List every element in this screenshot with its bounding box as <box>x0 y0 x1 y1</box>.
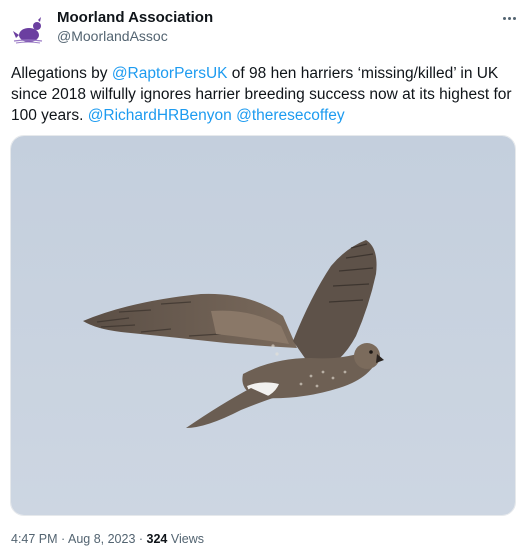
mention-richardhrbenyon[interactable]: @RichardHRBenyon <box>88 107 232 124</box>
views-count[interactable]: 324 <box>147 532 168 546</box>
tweet-image[interactable] <box>10 135 516 516</box>
tweet-date[interactable]: Aug 8, 2023 <box>68 532 135 546</box>
tweet-meta: 4:47 PM · Aug 8, 2023 · 324 Views <box>11 532 204 546</box>
hen-harrier-photo <box>11 136 515 515</box>
avatar[interactable] <box>8 8 48 48</box>
views-label: Views <box>167 532 204 546</box>
author-handle[interactable]: @MoorlandAssoc <box>57 28 168 44</box>
meta-separator: · <box>135 532 147 546</box>
mention-raptorpersuk[interactable]: @RaptorPersUK <box>112 65 228 82</box>
tweet-text: Allegations by @RaptorPersUK of 98 hen h… <box>11 63 519 126</box>
author-name[interactable]: Moorland Association <box>57 9 213 26</box>
tweet-text-segment: Allegations by <box>11 65 112 82</box>
tweet-time[interactable]: 4:47 PM <box>11 532 58 546</box>
mention-theresecoffey[interactable]: @theresecoffey <box>236 107 345 124</box>
more-options-icon[interactable] <box>497 6 521 30</box>
grouse-logo-icon <box>8 8 48 48</box>
meta-separator: · <box>57 532 68 546</box>
